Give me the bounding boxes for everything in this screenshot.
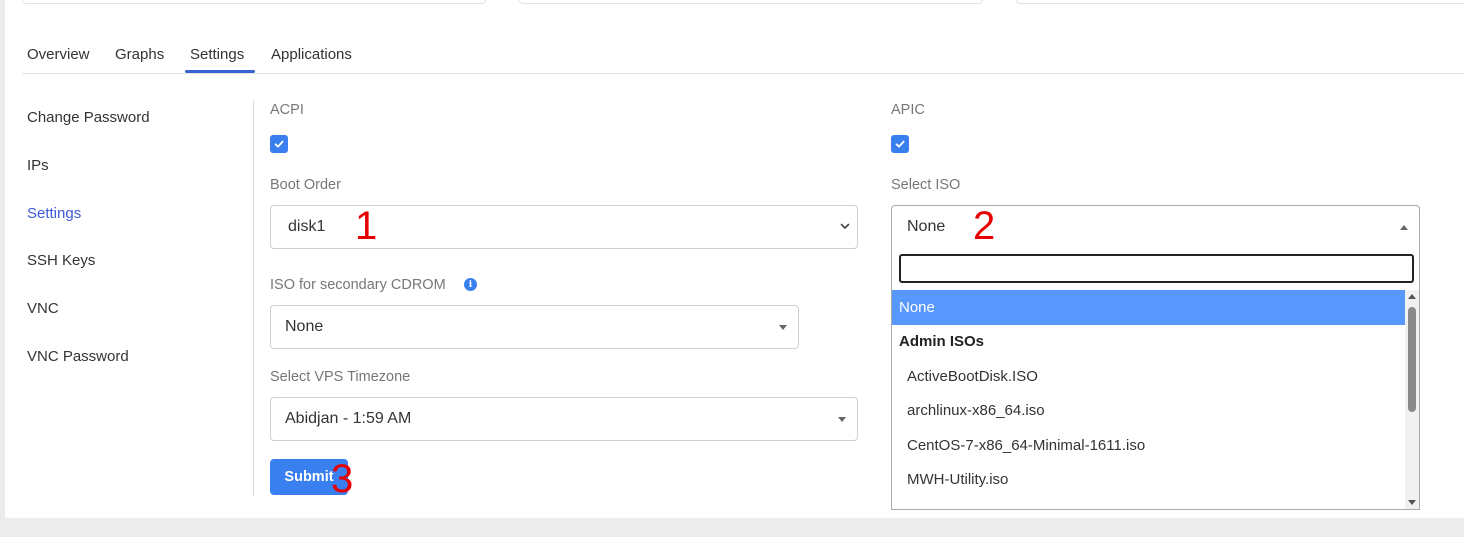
acpi-label: ACPI [270, 102, 304, 118]
timezone-value: Abidjan - 1:59 AM [285, 410, 412, 427]
top-field-3 [1016, 0, 1464, 4]
iso-option-archlinux[interactable]: archlinux-x86_64.iso [892, 394, 1405, 429]
tab-bar: Overview Graphs Settings Applications [22, 38, 1464, 74]
secondary-cdrom-value: None [285, 318, 324, 335]
chevron-down-icon [840, 223, 850, 229]
apic-label: APIC [891, 102, 925, 118]
annotation-3: 3 [331, 457, 354, 501]
sidebar-divider [253, 100, 254, 496]
active-tab-indicator [185, 70, 255, 73]
select-iso-value: None [907, 218, 946, 235]
iso-dropdown-scrollbar[interactable] [1405, 290, 1419, 509]
scroll-down-icon[interactable] [1408, 500, 1416, 505]
acpi-checkbox[interactable] [270, 135, 288, 153]
boot-order-value: disk1 [288, 218, 326, 235]
iso-group-admin: Admin ISOs [899, 333, 985, 351]
check-icon [274, 140, 284, 148]
iso-option-none[interactable]: None [892, 290, 1405, 325]
iso-option-centos[interactable]: CentOS-7-x86_64-Minimal-1611.iso [892, 428, 1405, 463]
sidebar-item-settings[interactable]: Settings [27, 205, 81, 222]
boot-order-label: Boot Order [270, 177, 341, 193]
caret-down-icon [838, 417, 846, 422]
top-field-1 [22, 0, 486, 4]
tab-applications[interactable]: Applications [271, 46, 352, 63]
iso-dropdown: None Admin ISOs ActiveBootDisk.ISO archl… [891, 248, 1420, 510]
iso-search-input[interactable] [899, 254, 1414, 283]
tab-overview[interactable]: Overview [27, 46, 90, 63]
caret-down-icon [779, 325, 787, 330]
annotation-1: 1 [355, 204, 378, 248]
secondary-cdrom-select[interactable]: None [270, 305, 799, 349]
sidebar-item-ips[interactable]: IPs [27, 157, 49, 174]
secondary-cdrom-label: ISO for secondary CDROM [270, 277, 446, 293]
check-icon [895, 140, 905, 148]
iso-option-activebootdisk[interactable]: ActiveBootDisk.ISO [892, 359, 1405, 394]
caret-up-icon [1400, 225, 1408, 230]
tab-settings[interactable]: Settings [190, 46, 244, 63]
annotation-2: 2 [973, 204, 996, 248]
sidebar-item-vnc[interactable]: VNC [27, 300, 59, 317]
apic-checkbox[interactable] [891, 135, 909, 153]
select-iso-label: Select ISO [891, 177, 961, 193]
scrollbar-thumb[interactable] [1408, 307, 1416, 412]
sidebar-item-vnc-password[interactable]: VNC Password [27, 348, 129, 365]
main-card: Overview Graphs Settings Applications Ch… [5, 0, 1464, 518]
sidebar-item-change-password[interactable]: Change Password [27, 109, 150, 126]
scroll-up-icon[interactable] [1408, 294, 1416, 299]
top-field-2 [519, 0, 983, 4]
iso-option-list: None Admin ISOs ActiveBootDisk.ISO archl… [892, 290, 1405, 497]
timezone-select[interactable]: Abidjan - 1:59 AM [270, 397, 858, 441]
info-icon[interactable]: i [464, 278, 477, 291]
timezone-label: Select VPS Timezone [270, 369, 411, 385]
sidebar-item-ssh-keys[interactable]: SSH Keys [27, 252, 95, 269]
select-iso-select[interactable]: None [891, 205, 1420, 249]
tab-graphs[interactable]: Graphs [115, 46, 164, 63]
iso-option-mwh-utility[interactable]: MWH-Utility.iso [892, 463, 1405, 498]
